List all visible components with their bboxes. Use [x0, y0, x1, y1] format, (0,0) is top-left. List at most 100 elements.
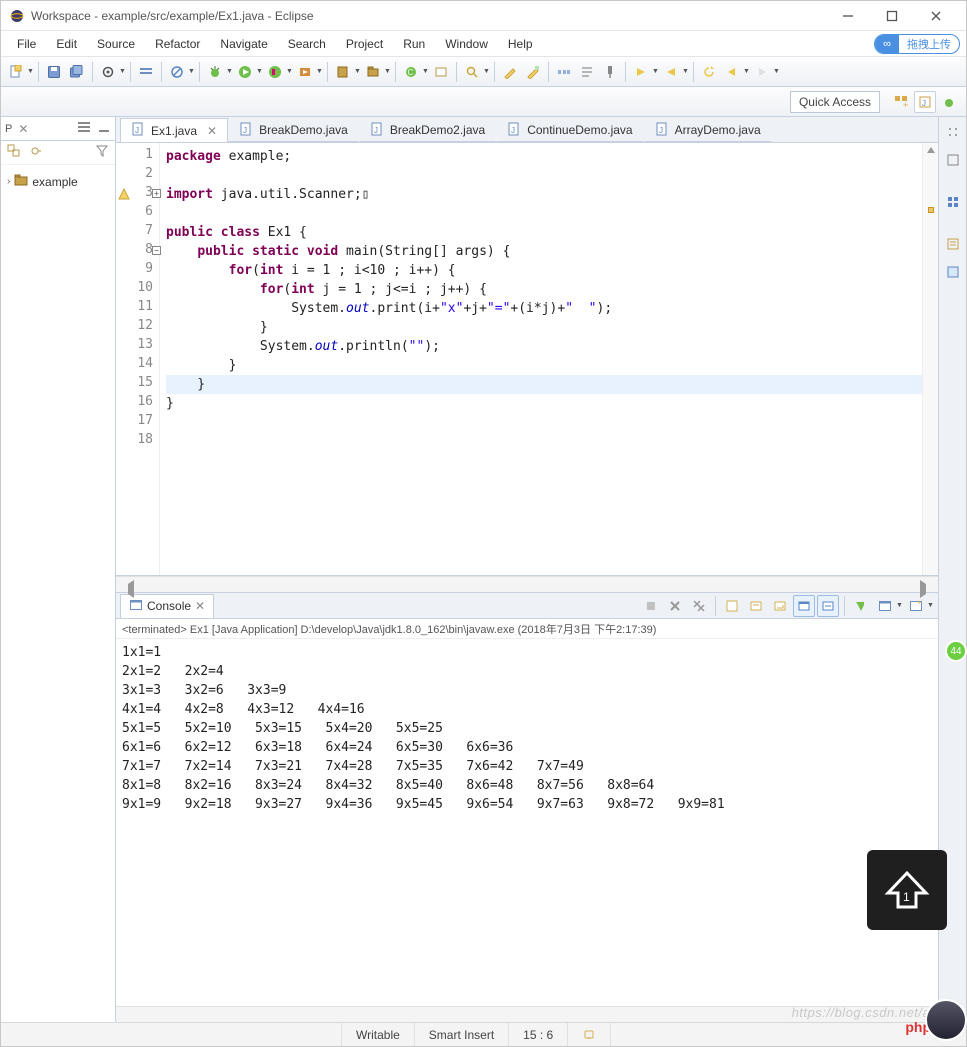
code-line[interactable]: } — [166, 375, 922, 394]
prev-annotation-button[interactable]: ▼ — [660, 61, 682, 83]
status-notification-icon[interactable] — [567, 1023, 610, 1046]
java-perspective-button[interactable]: J — [914, 91, 936, 113]
overview-ruler[interactable] — [922, 143, 938, 575]
line-number[interactable]: 3+ — [116, 185, 159, 204]
menu-project[interactable]: Project — [336, 34, 393, 54]
editor-tab[interactable]: JBreakDemo2.java — [359, 118, 496, 142]
code-line[interactable]: public static void main(String[] args) { — [166, 242, 922, 261]
avatar-icon[interactable] — [925, 999, 967, 1041]
terminate-button[interactable] — [640, 595, 662, 617]
code-line[interactable]: for(int i = 1 ; i<10 ; i++) { — [166, 261, 922, 280]
toggle-breadcrumb-button[interactable] — [135, 61, 157, 83]
minimize-button[interactable] — [826, 1, 870, 31]
outline-icon[interactable] — [944, 235, 962, 253]
editor-tab[interactable]: JBreakDemo.java — [228, 118, 359, 142]
console-tab[interactable]: Console ✕ — [120, 594, 214, 618]
code-line[interactable]: } — [166, 394, 922, 413]
console-horizontal-scrollbar[interactable] — [116, 1006, 938, 1022]
line-number[interactable]: 18 — [116, 432, 159, 451]
warning-marker-icon[interactable] — [928, 207, 934, 213]
display-selected-button[interactable]: ▼ — [874, 595, 896, 617]
word-wrap-button[interactable] — [769, 595, 791, 617]
pin-console-button[interactable] — [850, 595, 872, 617]
code-line[interactable] — [166, 204, 922, 223]
filter-icon[interactable] — [95, 144, 109, 161]
code-line[interactable]: } — [166, 356, 922, 375]
show-whitespace-button[interactable] — [553, 61, 575, 83]
task-list-icon[interactable] — [944, 193, 962, 211]
project-node[interactable]: › example — [5, 171, 111, 192]
close-icon[interactable]: ✕ — [195, 599, 205, 613]
menu-search[interactable]: Search — [278, 34, 336, 54]
close-icon[interactable]: ✕ — [18, 122, 28, 136]
remove-all-launches-button[interactable] — [688, 595, 710, 617]
line-number[interactable]: 17 — [116, 413, 159, 432]
line-number[interactable]: 16 — [116, 394, 159, 413]
code-line[interactable]: package example; — [166, 147, 922, 166]
code-line[interactable] — [166, 432, 922, 451]
line-number[interactable]: 2 — [116, 166, 159, 185]
menu-help[interactable]: Help — [498, 34, 543, 54]
package-explorer-tab[interactable]: P — [5, 123, 12, 135]
debug-perspective-button[interactable] — [938, 91, 960, 113]
last-edit-location-button[interactable] — [698, 61, 720, 83]
code-line[interactable]: import java.util.Scanner;▯ — [166, 185, 922, 204]
line-gutter[interactable]: 123+678−9101112131415161718 — [116, 143, 160, 575]
scroll-lock-button[interactable] — [745, 595, 767, 617]
line-number[interactable]: 1 — [116, 147, 159, 166]
close-icon[interactable]: ✕ — [207, 124, 217, 138]
upload-widget[interactable]: ∞ 拖拽上传 — [874, 34, 960, 54]
line-number[interactable]: 9 — [116, 261, 159, 280]
menu-window[interactable]: Window — [435, 34, 498, 54]
save-button[interactable] — [43, 61, 65, 83]
menu-file[interactable]: File — [7, 34, 46, 54]
line-number[interactable]: 10 — [116, 280, 159, 299]
view-menu-icon[interactable] — [77, 120, 91, 137]
menu-navigate[interactable]: Navigate — [210, 34, 277, 54]
maximize-button[interactable] — [870, 1, 914, 31]
toggle-block-button[interactable] — [522, 61, 544, 83]
search-button[interactable]: ▼ — [461, 61, 483, 83]
run-button[interactable]: ▼ — [234, 61, 256, 83]
editor-horizontal-scrollbar[interactable] — [116, 576, 938, 592]
project-tree[interactable]: › example — [1, 165, 115, 1022]
menu-run[interactable]: Run — [393, 34, 435, 54]
toggle-mark-button[interactable] — [499, 61, 521, 83]
scroll-to-top-button[interactable]: 1 — [867, 850, 947, 930]
line-number[interactable]: 14 — [116, 356, 159, 375]
fold-icon[interactable]: + — [152, 189, 161, 198]
code-line[interactable] — [166, 413, 922, 432]
code-line[interactable] — [166, 166, 922, 185]
open-console-button[interactable]: +▼ — [905, 595, 927, 617]
code-line[interactable]: System.out.println(""); — [166, 337, 922, 356]
line-number[interactable]: 13 — [116, 337, 159, 356]
restore-view2-icon[interactable] — [944, 151, 962, 169]
run-last-button[interactable]: ▼ — [294, 61, 316, 83]
show-console-button[interactable] — [793, 595, 815, 617]
warning-icon[interactable] — [118, 188, 130, 200]
code-line[interactable]: } — [166, 318, 922, 337]
restore-view-icon[interactable] — [944, 123, 962, 141]
notification-badge[interactable]: 44 — [945, 640, 967, 662]
back-history-button[interactable]: ▼ — [721, 61, 743, 83]
editor-tab[interactable]: JEx1.java✕ — [120, 118, 228, 142]
new-package-button[interactable]: ▼ — [362, 61, 384, 83]
fold-icon[interactable]: − — [152, 246, 161, 255]
scroll-up-icon[interactable] — [925, 145, 937, 157]
quick-access-box[interactable]: Quick Access — [790, 91, 880, 113]
line-number[interactable]: 7 — [116, 223, 159, 242]
open-type-button[interactable] — [430, 61, 452, 83]
remove-launch-button[interactable] — [664, 595, 686, 617]
switch-editor-button[interactable]: ▼ — [97, 61, 119, 83]
menu-refactor[interactable]: Refactor — [145, 34, 210, 54]
new-class-button[interactable]: C▼ — [400, 61, 422, 83]
forward-history-button[interactable]: ▼ — [751, 61, 773, 83]
link-editor-icon[interactable] — [29, 144, 43, 161]
expand-icon[interactable]: › — [7, 176, 10, 187]
next-annotation-button[interactable]: ▼ — [630, 61, 652, 83]
menu-source[interactable]: Source — [87, 34, 145, 54]
minimize-view-icon[interactable] — [97, 120, 111, 137]
line-number[interactable]: 11 — [116, 299, 159, 318]
new-java-project-button[interactable]: ▼ — [332, 61, 354, 83]
save-all-button[interactable] — [66, 61, 88, 83]
